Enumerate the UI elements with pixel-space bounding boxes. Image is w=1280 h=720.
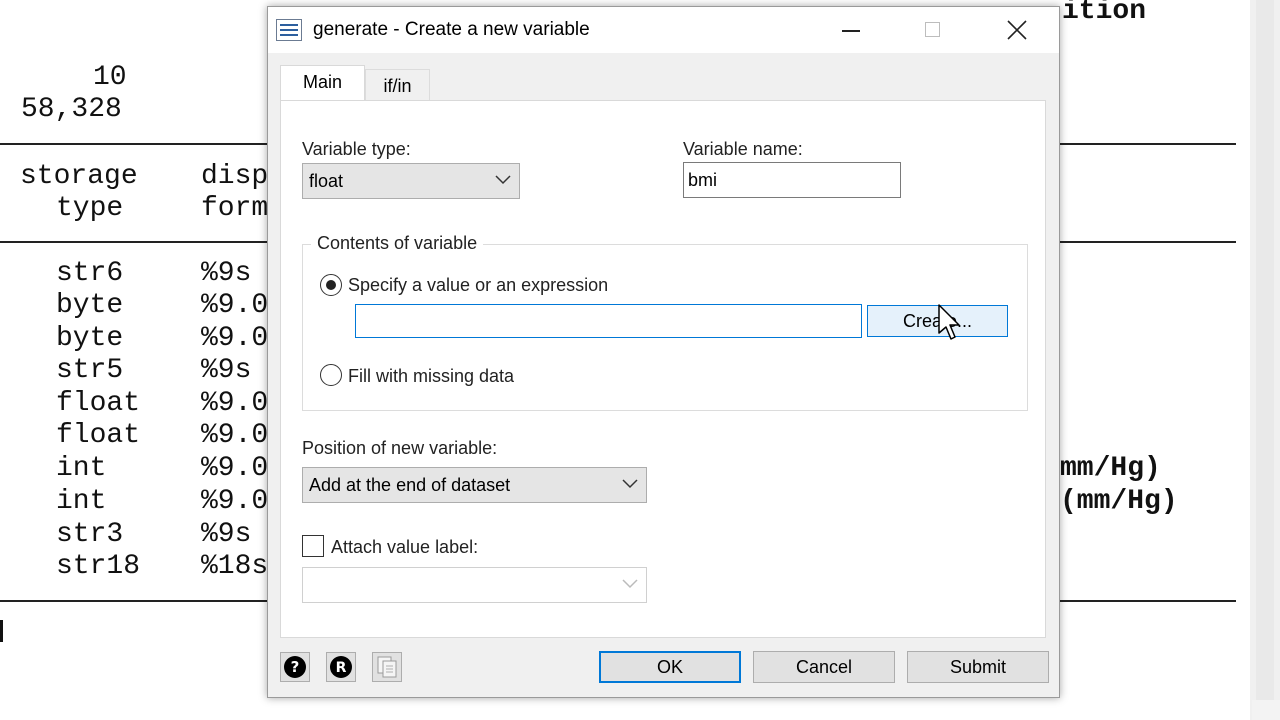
help-button[interactable]: ? — [280, 652, 310, 682]
expression-radio-label[interactable]: Specify a value or an expression — [348, 275, 608, 296]
variable-type-value: float — [309, 171, 344, 191]
row-type: float — [56, 388, 141, 419]
mouse-pointer-icon — [938, 304, 960, 340]
variable-name-input[interactable]: bmi — [683, 162, 901, 198]
top-right-text: ition — [1062, 0, 1147, 27]
submit-button[interactable]: Submit — [907, 651, 1049, 683]
variable-type-label: Variable type: — [302, 139, 411, 159]
svg-text:R: R — [336, 660, 347, 676]
svg-text:?: ? — [291, 658, 300, 676]
text-cursor — [0, 620, 3, 642]
copy-command-icon — [377, 656, 397, 678]
minimize-icon[interactable] — [828, 7, 874, 53]
missing-radio-label[interactable]: Fill with missing data — [348, 366, 514, 387]
row-format: %9.0 — [201, 486, 269, 517]
row-format: %9s — [201, 355, 252, 386]
row-format: %9.0 — [201, 453, 269, 484]
contents-group-legend: Contents of variable — [311, 233, 484, 254]
row-format: %9.0 — [201, 420, 269, 451]
copy-command-button[interactable] — [372, 652, 402, 682]
obs-count: 10 — [93, 62, 127, 93]
row-type: byte — [56, 290, 124, 321]
variable-name-value: bmi — [688, 170, 718, 190]
row-type: str3 — [56, 519, 124, 550]
cancel-button[interactable]: Cancel — [753, 651, 895, 683]
value-label-select — [302, 567, 647, 603]
close-icon[interactable] — [994, 7, 1040, 53]
generate-dialog: generate - Create a new variable Main if… — [267, 6, 1060, 698]
right-label: (mm/Hg) — [1060, 486, 1178, 517]
ok-button[interactable]: OK — [599, 651, 741, 683]
row-format: %9.0 — [201, 323, 269, 354]
row-type: byte — [56, 323, 124, 354]
title-bar[interactable]: generate - Create a new variable — [268, 7, 1059, 53]
chevron-down-icon — [495, 175, 511, 185]
maximize-icon[interactable] — [910, 7, 956, 53]
variable-name-label: Variable name: — [683, 139, 803, 159]
scroll-corner — [1252, 700, 1280, 720]
row-type: str18 — [56, 551, 141, 582]
vertical-scrollbar[interactable] — [1250, 0, 1280, 720]
row-type: float — [56, 420, 141, 451]
main-panel: Variable type: float Variable name: bmi … — [280, 100, 1046, 638]
right-label: mm/Hg) — [1060, 453, 1161, 484]
missing-radio[interactable] — [320, 364, 342, 386]
window-title: generate - Create a new variable — [313, 19, 590, 40]
position-label: Position of new variable: — [302, 438, 498, 458]
attach-value-label-text[interactable]: Attach value label: — [331, 537, 478, 558]
scrollbar-thumb[interactable] — [1256, 0, 1274, 700]
row-type: str5 — [56, 355, 124, 386]
tab-main[interactable]: Main — [280, 65, 365, 102]
col-header-disp: disp — [201, 161, 269, 192]
chevron-down-icon — [622, 479, 638, 489]
position-select[interactable]: Add at the end of dataset — [302, 467, 647, 503]
help-icon: ? — [284, 656, 306, 678]
row-format: %18s — [201, 551, 269, 582]
variable-type-select[interactable]: float — [302, 163, 520, 199]
reset-icon: R — [330, 656, 352, 678]
row-format: %9s — [201, 519, 252, 550]
row-format: %9.0 — [201, 290, 269, 321]
row-type: int — [56, 486, 107, 517]
col-header-form: form — [201, 193, 269, 224]
size-value: 58,328 — [21, 94, 122, 125]
reset-button[interactable]: R — [326, 652, 356, 682]
dialog-icon — [276, 19, 302, 41]
row-type: str6 — [56, 258, 124, 289]
col-header-storage: storage — [20, 161, 138, 192]
expression-input[interactable] — [355, 304, 862, 338]
row-format: %9.0 — [201, 388, 269, 419]
position-value: Add at the end of dataset — [309, 475, 511, 495]
col-header-type: type — [56, 193, 124, 224]
row-type: int — [56, 453, 107, 484]
expression-radio[interactable] — [320, 274, 342, 296]
attach-value-label-checkbox[interactable] — [302, 535, 324, 557]
tab-if-in[interactable]: if/in — [365, 69, 430, 101]
chevron-down-icon — [622, 579, 638, 589]
row-format: %9s — [201, 258, 252, 289]
